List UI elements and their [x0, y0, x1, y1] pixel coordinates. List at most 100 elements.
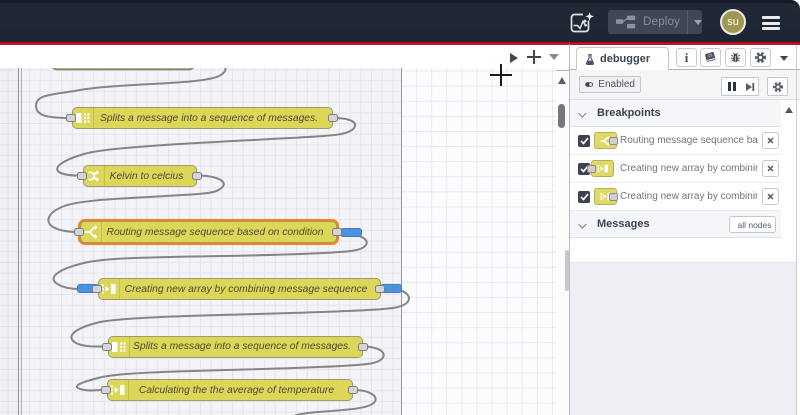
workspace-tab-bar: [0, 45, 570, 68]
node-label: Calculating the the average of temperatu…: [138, 384, 335, 396]
close-icon: [767, 165, 774, 172]
flow-node[interactable]: Creating new array by combining message …: [98, 278, 381, 300]
remove-breakpoint-button[interactable]: [762, 188, 779, 205]
node-input-port[interactable]: [101, 386, 111, 394]
breakpoint-row[interactable]: Creating new array by combining message …: [570, 183, 781, 211]
scroll-up-arrow-icon[interactable]: [784, 107, 793, 113]
messages-filter-button[interactable]: all nodes: [729, 216, 776, 233]
flow-node[interactable]: Splits a message into a sequence of mess…: [72, 107, 333, 129]
deploy-icon: [616, 15, 636, 29]
scroll-tabs-right-icon[interactable]: [510, 53, 518, 63]
section-messages-title: Messages: [597, 218, 650, 230]
toggle-icon: [585, 82, 594, 87]
step-button[interactable]: [741, 77, 759, 96]
node-input-port[interactable]: [74, 228, 84, 236]
sidebar-right-border: [796, 45, 797, 415]
debugger-toolbar: Enabled: [570, 70, 800, 100]
flow-node[interactable]: Kelvin to celcius: [83, 165, 197, 187]
canvas-scrollbar-thumb[interactable]: [557, 104, 565, 128]
messages-list: [570, 238, 781, 262]
add-flow-button[interactable]: [527, 50, 541, 64]
header: Deploy su: [0, 0, 800, 42]
node-input-port[interactable]: [102, 342, 112, 351]
node-label: Splits a message into a sequence of mess…: [99, 112, 319, 124]
scroll-up-arrow-icon[interactable]: [557, 77, 566, 84]
info-tab-button[interactable]: i: [676, 48, 697, 67]
node-label: Kelvin to celcius: [109, 170, 184, 182]
book-icon: [705, 52, 716, 62]
config-tab-button[interactable]: [750, 48, 771, 67]
node-output-port[interactable]: [348, 386, 358, 394]
deploy-button[interactable]: Deploy: [608, 10, 702, 34]
close-icon: [767, 137, 774, 144]
chevron-down-icon: [579, 110, 588, 116]
crosshair-cursor-v: [500, 64, 502, 86]
deploy-separator: [687, 10, 688, 34]
section-breakpoints-title: Breakpoints: [597, 107, 661, 119]
node-input-port[interactable]: [66, 114, 76, 122]
breakpoint-marker-output[interactable]: [340, 227, 362, 237]
node-label: Splits a message into a sequence of mess…: [132, 341, 352, 352]
remove-breakpoint-button[interactable]: [762, 132, 779, 149]
split-node-icon: [73, 108, 94, 128]
flow-list-caret[interactable]: [549, 54, 559, 60]
main-menu-icon[interactable]: [762, 16, 780, 30]
help-tab-button[interactable]: [700, 48, 721, 67]
flow-canvas[interactable]: Splits a message into a sequence of mess…: [0, 68, 556, 415]
flow-node[interactable]: Calculating the the average of temperatu…: [107, 379, 353, 401]
user-avatar[interactable]: su: [720, 9, 746, 35]
offscreen-node: [52, 68, 194, 71]
section-breakpoints[interactable]: Breakpoints: [570, 100, 781, 127]
export-flow-icon[interactable]: [570, 12, 594, 33]
messages-filter-label: all nodes: [737, 219, 772, 230]
enabled-label: Enabled: [598, 79, 635, 90]
node-input-port[interactable]: [92, 284, 102, 293]
bug-icon: [730, 52, 741, 63]
node-label: Creating new array by combining message …: [124, 283, 368, 295]
join-node-icon: [108, 380, 129, 400]
flow-node[interactable]: Splits a message into a sequence of mess…: [108, 335, 363, 358]
step-icon: [745, 82, 754, 91]
sidebar-empty-area: [570, 262, 796, 415]
node-output-port[interactable]: [192, 171, 202, 180]
sections-scrollbar[interactable]: [781, 100, 796, 262]
join-node-icon: [99, 279, 120, 299]
breakpoint-label: Routing message sequence based on condit…: [620, 135, 758, 146]
breakpoint-label: Creating new array by combining message …: [620, 163, 758, 174]
section-messages[interactable]: Messages all nodes: [570, 211, 781, 238]
breakpoint-checkbox[interactable]: [578, 191, 590, 203]
chevron-down-icon: [579, 221, 588, 227]
breakpoint-checkbox[interactable]: [578, 135, 590, 147]
breakpoint-row[interactable]: Creating new array by combining message …: [570, 155, 781, 183]
node-output-port[interactable]: [375, 284, 385, 293]
avatar-initials: su: [727, 16, 739, 28]
deploy-options-caret[interactable]: [694, 19, 702, 25]
debugger-enabled-toggle[interactable]: Enabled: [579, 76, 641, 93]
sidebar-menu-caret[interactable]: [780, 56, 788, 61]
split-node-icon: [109, 336, 130, 357]
remove-breakpoint-button[interactable]: [762, 160, 779, 177]
debug-sidebar: debugger i Enabled Breakpoints Routing m…: [570, 45, 800, 415]
gear-icon: [772, 81, 783, 92]
flow-node-breakpoint-highlighted[interactable]: Routing message sequence based on condit…: [80, 221, 337, 243]
node-output-port[interactable]: [328, 114, 338, 122]
gear-icon: [755, 52, 766, 63]
canvas-scrollbar[interactable]: [556, 70, 570, 415]
close-icon: [767, 193, 774, 200]
tab-debugger-label: debugger: [600, 53, 651, 65]
node-label: Routing message sequence based on condit…: [106, 226, 324, 238]
tab-debugger[interactable]: debugger: [576, 47, 669, 70]
pause-button[interactable]: [721, 77, 742, 96]
breakpoint-row[interactable]: Routing message sequence based on condit…: [570, 127, 781, 155]
node-red-editor: Deploy su Splits a message into a sequen…: [0, 0, 800, 415]
flask-icon: [585, 53, 595, 65]
node-input-port[interactable]: [77, 171, 87, 180]
deploy-label: Deploy: [643, 16, 681, 28]
node-output-port[interactable]: [332, 228, 342, 236]
breakpoint-label: Creating new array by combining message …: [620, 191, 758, 202]
debugger-settings-button[interactable]: [767, 77, 788, 96]
info-icon: i: [684, 50, 689, 65]
node-output-port[interactable]: [358, 342, 368, 351]
debug-tab-button[interactable]: [725, 48, 746, 67]
change-node-icon: [84, 166, 105, 186]
